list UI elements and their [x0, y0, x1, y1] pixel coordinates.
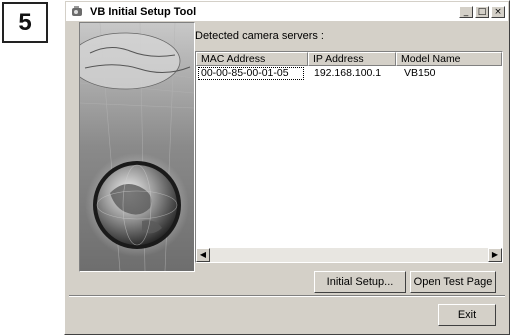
step-number: 5: [18, 8, 32, 36]
camera-server-list[interactable]: MAC Address IP Address Model Name 00-00-…: [195, 51, 503, 263]
step-number-badge: 5: [2, 2, 48, 43]
cell-model-name[interactable]: VB150: [398, 67, 504, 80]
open-test-page-button[interactable]: Open Test Page: [410, 271, 496, 293]
table-row[interactable]: 00-00-85-00-01-05 192.168.100.1 VB150: [198, 67, 504, 80]
close-icon[interactable]: ×: [491, 5, 505, 18]
divider: [69, 295, 505, 297]
minimize-icon[interactable]: _: [459, 5, 473, 18]
list-header: MAC Address IP Address Model Name: [196, 52, 502, 66]
globe-banner-image: [79, 22, 195, 272]
initial-setup-button[interactable]: Initial Setup...: [314, 271, 406, 293]
column-header-ip[interactable]: IP Address: [308, 52, 396, 66]
title-bar[interactable]: VB Initial Setup Tool _ □ ×: [66, 2, 508, 21]
maximize-icon[interactable]: □: [475, 5, 489, 18]
column-header-mac[interactable]: MAC Address: [196, 52, 308, 66]
camera-icon: [71, 5, 85, 19]
cell-mac-address[interactable]: 00-00-85-00-01-05: [198, 67, 304, 80]
detected-servers-label: Detected camera servers :: [195, 30, 324, 42]
globe-illustration: [80, 23, 194, 271]
scroll-right-icon[interactable]: ▶: [488, 248, 502, 262]
column-header-model[interactable]: Model Name: [396, 52, 502, 66]
cell-ip-address[interactable]: 192.168.100.1: [304, 67, 398, 80]
exit-button[interactable]: Exit: [438, 304, 496, 326]
window-controls: _ □ ×: [459, 5, 505, 18]
scroll-left-icon[interactable]: ◀: [196, 248, 210, 262]
setup-tool-window: VB Initial Setup Tool _ □ × Detected cam…: [64, 0, 510, 335]
window-title: VB Initial Setup Tool: [90, 5, 197, 18]
horizontal-scrollbar[interactable]: ◀ ▶: [196, 248, 502, 262]
